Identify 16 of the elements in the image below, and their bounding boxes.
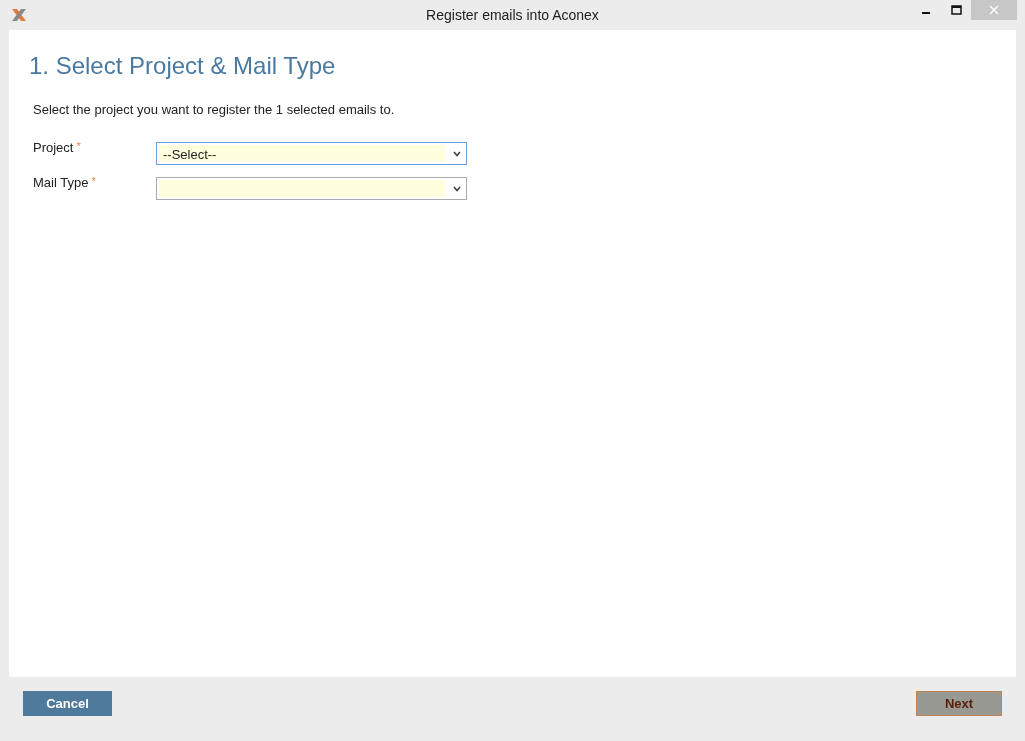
field-label: Project (33, 140, 74, 155)
minimize-icon (922, 12, 930, 14)
required-mark: * (76, 140, 81, 154)
instructions-text: Select the project you want to register the 1 selected emails to. (33, 102, 396, 117)
dropdown-field[interactable] (156, 177, 467, 200)
chevron-down-icon (453, 150, 461, 157)
field-label: Mail Type (33, 175, 89, 190)
chevron-down-icon (453, 185, 461, 192)
maximize-icon (950, 5, 962, 15)
dropdown-field[interactable]: --Select-- (156, 142, 467, 165)
window-title: Register emails into Aconex (426, 7, 599, 23)
required-mark: * (91, 175, 96, 189)
x-logo-icon (11, 8, 27, 22)
cancel-button[interactable]: Cancel (23, 690, 112, 716)
close-icon (989, 5, 999, 15)
page-heading: 1. Select Project & Mail Type (29, 52, 337, 80)
